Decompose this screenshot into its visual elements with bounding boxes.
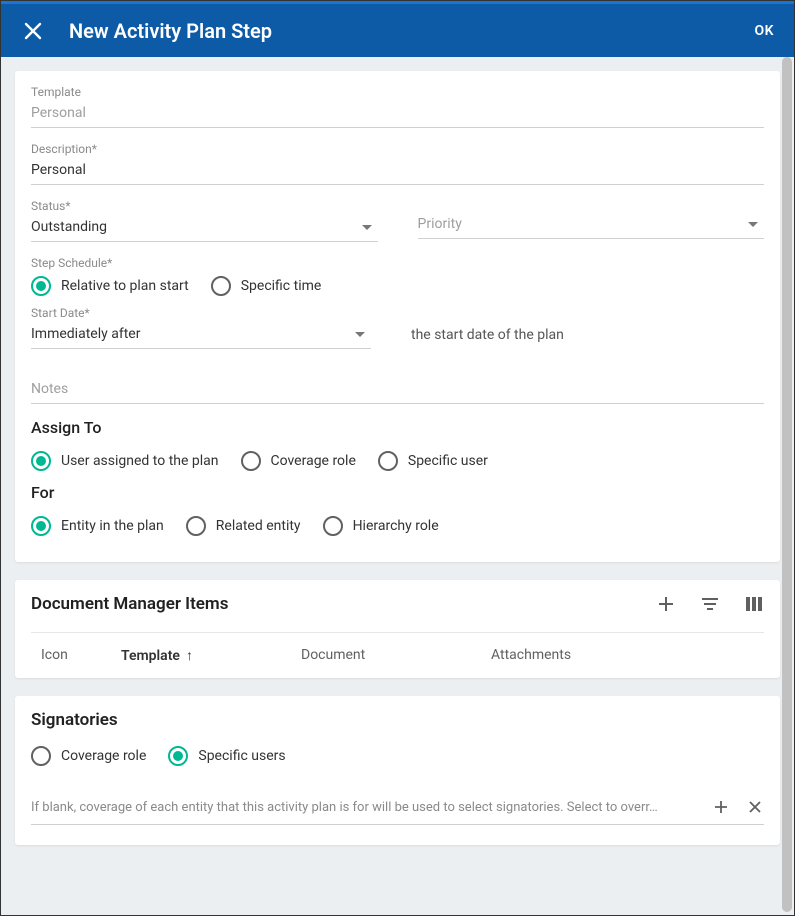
description-field[interactable]: Description* Personal (31, 142, 764, 185)
step-schedule-group: Step Schedule* Relative to plan start Sp… (31, 256, 764, 296)
columns-icon[interactable] (744, 594, 764, 614)
radio-icon (241, 451, 261, 471)
notes-placeholder: Notes (31, 381, 764, 397)
add-icon[interactable] (656, 594, 676, 614)
radio-sig-coverage-role[interactable]: Coverage role (31, 746, 146, 766)
column-attachments[interactable]: Attachments (491, 647, 764, 664)
notes-field[interactable]: Notes (31, 379, 764, 404)
chevron-down-icon (748, 222, 758, 227)
radio-icon (211, 276, 231, 296)
signatories-help-text: If blank, coverage of each entity that t… (31, 800, 696, 815)
start-date-suffix: the start date of the plan (411, 323, 564, 343)
template-label: Template (31, 85, 764, 99)
for-title: For (31, 483, 764, 502)
signatories-card: Signatories Coverage role Specific users… (15, 696, 780, 845)
radio-icon (31, 451, 51, 471)
dialog-title: New Activity Plan Step (69, 19, 754, 43)
document-manager-card: Document Manager Items Icon Template (15, 580, 780, 678)
start-date-label: Start Date* (31, 306, 371, 320)
table-header-row: Icon Template ↑ Document Attachments (31, 632, 764, 678)
radio-icon (323, 516, 343, 536)
sort-asc-icon: ↑ (186, 647, 193, 664)
radio-user-assigned-to-plan[interactable]: User assigned to the plan (31, 451, 219, 471)
radio-label: Coverage role (271, 453, 356, 469)
for-group: Entity in the plan Related entity Hierar… (31, 516, 764, 536)
status-field[interactable]: Status* Outstanding (31, 199, 378, 242)
radio-icon (168, 746, 188, 766)
radio-relative-to-plan-start[interactable]: Relative to plan start (31, 276, 189, 296)
scrollbar-thumb[interactable] (782, 57, 792, 912)
radio-label: Related entity (216, 518, 301, 534)
radio-entity-in-plan[interactable]: Entity in the plan (31, 516, 164, 536)
radio-label: Specific time (241, 278, 322, 294)
radio-sig-specific-users[interactable]: Specific users (168, 746, 285, 766)
column-document[interactable]: Document (301, 647, 491, 664)
template-value: Personal (31, 105, 764, 121)
radio-icon (31, 516, 51, 536)
radio-coverage-role[interactable]: Coverage role (241, 451, 356, 471)
clear-icon[interactable] (746, 798, 764, 816)
signatories-group: Coverage role Specific users (31, 746, 764, 766)
filter-icon[interactable] (700, 594, 720, 614)
radio-label: Specific users (198, 748, 285, 764)
start-date-value: Immediately after (31, 326, 355, 342)
radio-label: Entity in the plan (61, 518, 164, 534)
chevron-down-icon (355, 332, 365, 337)
title-bar: New Activity Plan Step OK (1, 1, 794, 57)
radio-label: Coverage role (61, 748, 146, 764)
column-icon[interactable]: Icon (31, 647, 121, 664)
radio-icon (31, 746, 51, 766)
main-form-card: Template Personal Description* Personal … (15, 71, 780, 562)
radio-label: Hierarchy role (353, 518, 439, 534)
radio-hierarchy-role[interactable]: Hierarchy role (323, 516, 439, 536)
content-scroll: Template Personal Description* Personal … (1, 57, 794, 915)
step-schedule-label: Step Schedule* (31, 256, 764, 270)
add-icon[interactable] (712, 798, 730, 816)
radio-label: User assigned to the plan (61, 453, 219, 469)
column-template[interactable]: Template ↑ (121, 647, 301, 664)
radio-icon (378, 451, 398, 471)
document-manager-title: Document Manager Items (31, 594, 656, 614)
priority-field[interactable]: Priority (418, 199, 765, 242)
radio-related-entity[interactable]: Related entity (186, 516, 301, 536)
chevron-down-icon (362, 225, 372, 230)
assign-to-title: Assign To (31, 418, 764, 437)
status-label: Status* (31, 199, 378, 213)
status-value: Outstanding (31, 219, 362, 235)
description-value: Personal (31, 162, 764, 178)
radio-specific-time[interactable]: Specific time (211, 276, 322, 296)
signatories-input[interactable]: If blank, coverage of each entity that t… (31, 794, 764, 825)
start-date-field[interactable]: Start Date* Immediately after (31, 306, 371, 349)
template-field[interactable]: Template Personal (31, 85, 764, 128)
close-icon[interactable] (21, 19, 45, 43)
radio-icon (31, 276, 51, 296)
assign-to-group: User assigned to the plan Coverage role … (31, 451, 764, 471)
radio-label: Relative to plan start (61, 278, 189, 294)
priority-placeholder: Priority (418, 216, 749, 232)
signatories-title: Signatories (31, 710, 764, 730)
description-label: Description* (31, 142, 764, 156)
ok-button[interactable]: OK (754, 23, 774, 39)
radio-label: Specific user (408, 453, 488, 469)
vertical-scrollbar[interactable] (782, 57, 792, 915)
column-template-label: Template (121, 648, 180, 664)
radio-icon (186, 516, 206, 536)
radio-specific-user[interactable]: Specific user (378, 451, 488, 471)
